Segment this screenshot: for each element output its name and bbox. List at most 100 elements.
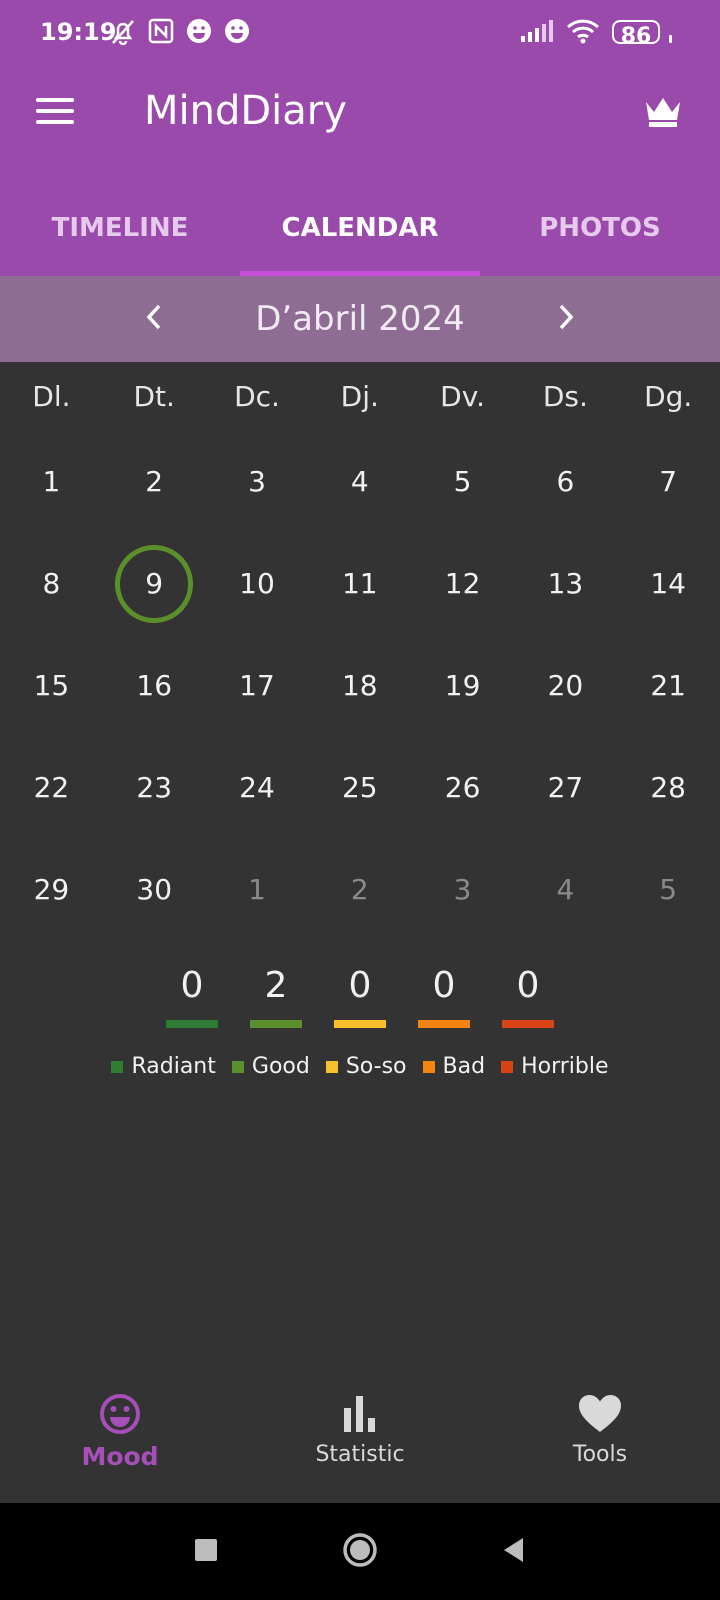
weekday-label: Dc.: [234, 380, 280, 413]
legend-label: Radiant: [131, 1054, 216, 1079]
calendar-day[interactable]: 19: [411, 644, 514, 746]
mood-summary: 0 2 0 0 0: [0, 965, 720, 1028]
calendar-day[interactable]: 18: [308, 644, 411, 746]
legend-swatch: [231, 1060, 244, 1073]
status-time: 19:19: [40, 18, 117, 46]
bottom-navigation: Mood Statistic Tools: [0, 1390, 720, 1502]
calendar-day[interactable]: 11: [308, 542, 411, 644]
calendar-week: 8 9 10 11 12 13 14: [0, 542, 720, 644]
calendar-week: 22 23 24 25 26 27 28: [0, 746, 720, 848]
legend-swatch: [501, 1060, 514, 1073]
calendar-week: 15 16 17 18 19 20 21: [0, 644, 720, 746]
legend-item-so-so: So-so: [325, 1054, 407, 1079]
app-bar: MindDiary: [0, 70, 720, 180]
calendar-day[interactable]: 24: [206, 746, 309, 848]
calendar-day[interactable]: 12: [411, 542, 514, 644]
bar-chart-icon: [240, 1390, 480, 1438]
legend-label: Bad: [442, 1054, 486, 1079]
calendar-day[interactable]: 29: [0, 848, 103, 950]
app-title: MindDiary: [144, 88, 347, 134]
mood-count-good: 2: [250, 965, 302, 1028]
calendar-day[interactable]: 23: [103, 746, 206, 848]
legend-swatch: [422, 1060, 435, 1073]
legend-label: Good: [251, 1054, 310, 1079]
mood-count-value: 0: [180, 965, 204, 1006]
back-button[interactable]: [492, 1530, 536, 1574]
calendar-day[interactable]: 25: [308, 746, 411, 848]
calendar-day[interactable]: 2: [103, 440, 206, 542]
legend-item-bad: Bad: [422, 1054, 486, 1079]
calendar-day[interactable]: 22: [0, 746, 103, 848]
premium-button[interactable]: [644, 94, 684, 130]
circle-icon: [342, 1532, 378, 1572]
square-icon: [193, 1537, 219, 1567]
mood-count-horrible: 0: [502, 965, 554, 1028]
calendar-day-selected[interactable]: 9: [103, 542, 206, 644]
calendar-day[interactable]: 28: [617, 746, 720, 848]
calendar-day[interactable]: 26: [411, 746, 514, 848]
weekday-label: Dv.: [440, 380, 486, 413]
weekday-header: Dl. Dt. Dc. Dj. Dv. Ds. Dg.: [0, 380, 720, 413]
calendar-day-next-month[interactable]: 4: [514, 848, 617, 950]
calendar-day[interactable]: 15: [0, 644, 103, 746]
mood-count-so-so: 0: [334, 965, 386, 1028]
calendar-day[interactable]: 14: [617, 542, 720, 644]
good-mood-ring: [115, 545, 194, 623]
legend-swatch: [111, 1060, 124, 1073]
calendar-day-next-month[interactable]: 3: [411, 848, 514, 950]
recent-apps-button[interactable]: [184, 1530, 228, 1574]
calendar-day[interactable]: 20: [514, 644, 617, 746]
wifi-icon: [566, 18, 600, 53]
weekday-label: Ds.: [542, 380, 588, 413]
crown-icon: [644, 98, 682, 132]
calendar-day[interactable]: 13: [514, 542, 617, 644]
menu-icon: [36, 96, 76, 130]
nav-item-tools[interactable]: Tools: [480, 1390, 720, 1502]
calendar-day-next-month[interactable]: 1: [206, 848, 309, 950]
calendar-day[interactable]: 16: [103, 644, 206, 746]
previous-month-button[interactable]: [139, 304, 169, 334]
legend-label: So-so: [345, 1054, 407, 1079]
calendar-day[interactable]: 21: [617, 644, 720, 746]
calendar-grid: 1 2 3 4 5 6 7 8 9 10 11 12 13 14 15 16 1…: [0, 440, 720, 950]
nav-item-mood[interactable]: Mood: [0, 1390, 240, 1502]
tab-calendar[interactable]: CALENDAR: [240, 180, 480, 276]
calendar-day[interactable]: 6: [514, 440, 617, 542]
mood-bar-horrible: [502, 1020, 554, 1028]
heart-icon: [480, 1390, 720, 1438]
home-button[interactable]: [338, 1530, 382, 1574]
calendar-day[interactable]: 10: [206, 542, 309, 644]
calendar-day[interactable]: 8: [0, 542, 103, 644]
tab-photos[interactable]: PHOTOS: [480, 180, 720, 276]
calendar-week: 29 30 1 2 3 4 5: [0, 848, 720, 950]
tab-timeline[interactable]: TIMELINE: [0, 180, 240, 276]
calendar-day[interactable]: 1: [0, 440, 103, 542]
calendar-day[interactable]: 17: [206, 644, 309, 746]
mood-count-bad: 0: [418, 965, 470, 1028]
calendar-day[interactable]: 7: [617, 440, 720, 542]
mood-bar-so-so: [334, 1020, 386, 1028]
calendar-day[interactable]: 4: [308, 440, 411, 542]
mood-bar-radiant: [166, 1020, 218, 1028]
calendar-day[interactable]: 30: [103, 848, 206, 950]
weekday-label: Dt.: [133, 380, 175, 413]
calendar-day[interactable]: 27: [514, 746, 617, 848]
calendar-day-next-month[interactable]: 5: [617, 848, 720, 950]
nav-item-statistic[interactable]: Statistic: [240, 1390, 480, 1502]
month-label: D’abril 2024: [255, 299, 465, 339]
nfc-icon: [148, 18, 174, 55]
status-notification-icons: [110, 18, 250, 55]
mood-count-value: 2: [264, 965, 288, 1006]
calendar-week: 1 2 3 4 5 6 7: [0, 440, 720, 542]
mood-count-value: 0: [516, 965, 540, 1006]
calendar-day[interactable]: 3: [206, 440, 309, 542]
next-month-button[interactable]: [551, 304, 581, 334]
legend-label: Horrible: [521, 1054, 609, 1079]
tab-bar: TIMELINE CALENDAR PHOTOS: [0, 180, 720, 276]
menu-button[interactable]: [36, 96, 76, 136]
smile-icon: [0, 1390, 240, 1438]
month-navigation: D’abril 2024: [0, 276, 720, 362]
calendar-day-next-month[interactable]: 2: [308, 848, 411, 950]
legend-item-good: Good: [231, 1054, 310, 1079]
calendar-day[interactable]: 5: [411, 440, 514, 542]
